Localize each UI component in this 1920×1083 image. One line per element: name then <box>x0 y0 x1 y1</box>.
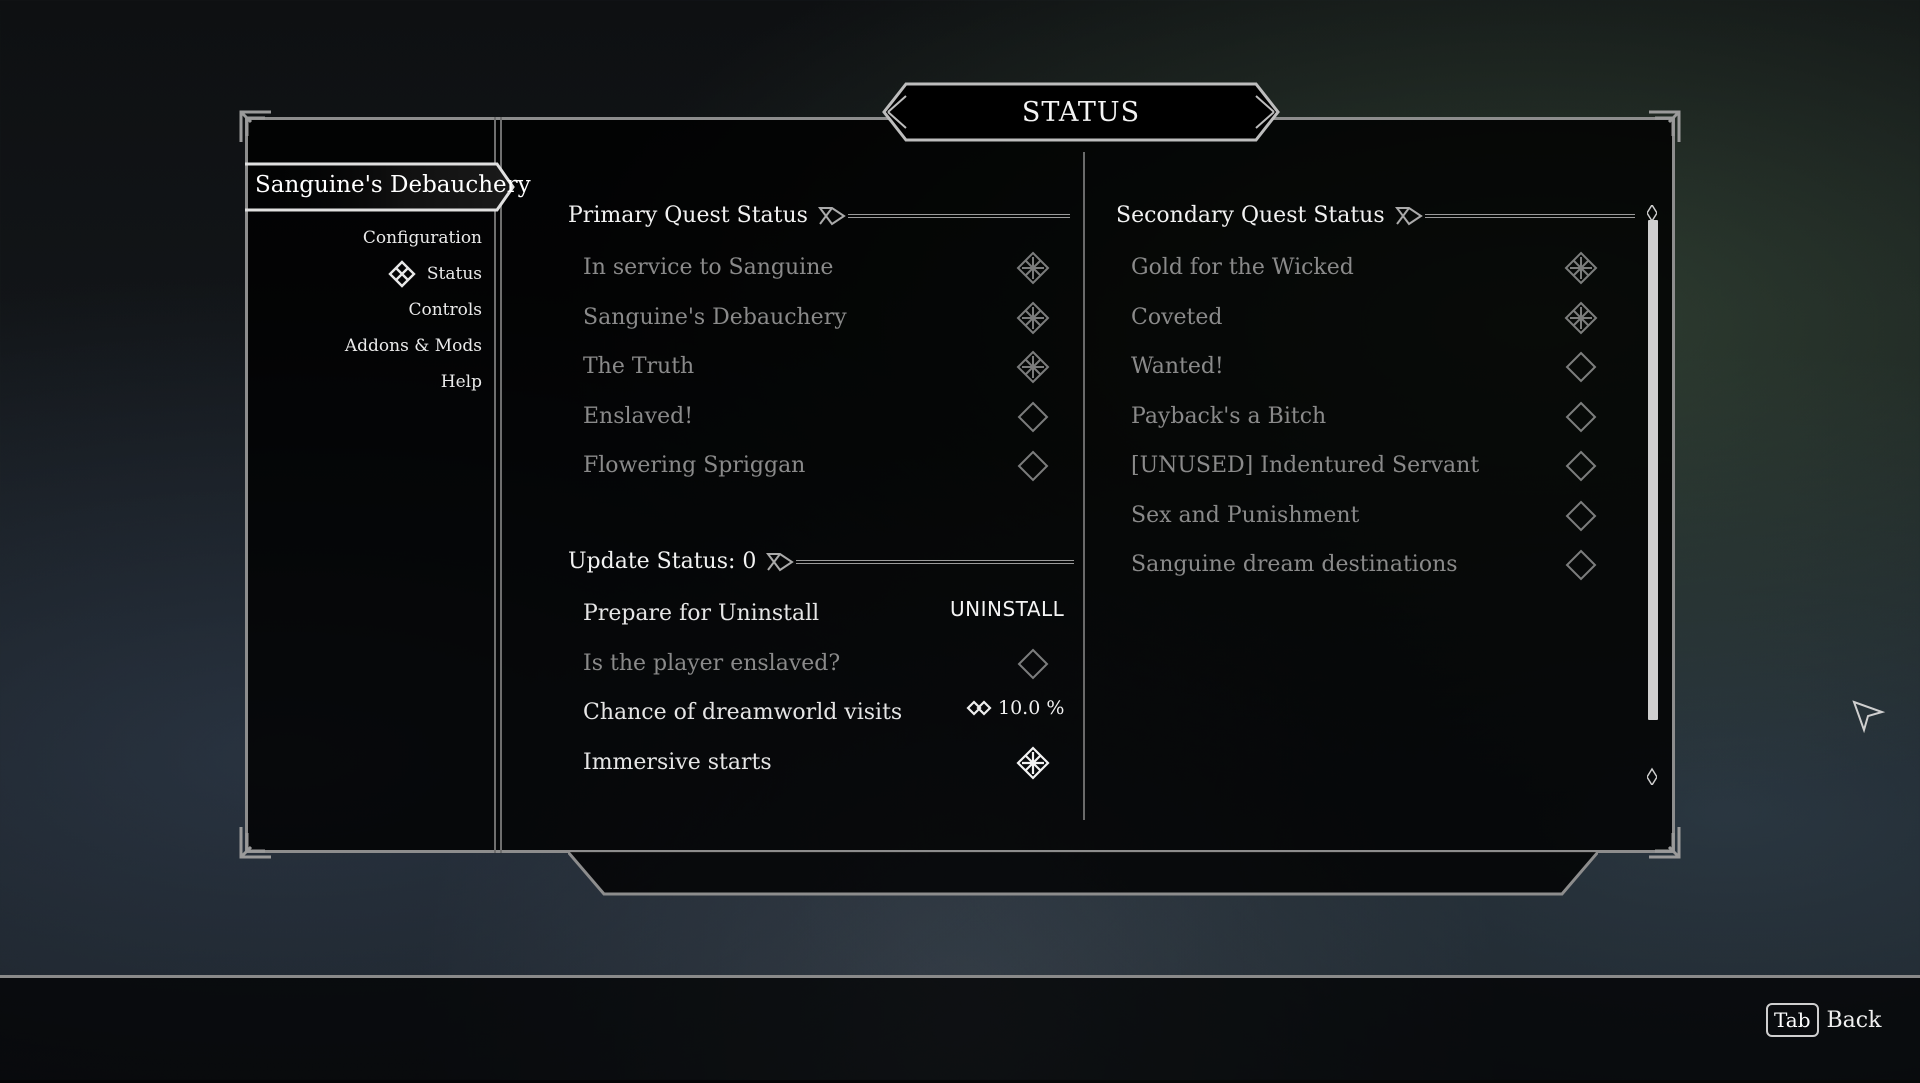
unchecked-toggle-icon <box>1564 400 1598 434</box>
active-mod-tab[interactable]: Sanguine's Debauchery <box>245 162 531 212</box>
tab-key-hint: Tab <box>1766 1003 1819 1037</box>
sidebar-item-label: Configuration <box>362 228 482 248</box>
corner-ornament-icon <box>1645 823 1683 861</box>
secondary-quest-header: Secondary Quest Status <box>1116 203 1635 228</box>
primary-row-label: Flowering Spriggan <box>583 453 806 478</box>
active-mod-label: Sanguine's Debauchery <box>255 172 531 198</box>
unchecked-toggle-icon <box>1564 548 1598 582</box>
immersive-label: Immersive starts <box>583 750 772 775</box>
secondary-row-label: Payback's a Bitch <box>1131 404 1327 429</box>
secondary-row-label: Sex and Punishment <box>1131 503 1360 528</box>
section-rule <box>847 213 1070 218</box>
sidebar-divider <box>494 117 502 853</box>
section-title: Update Status: 0 <box>568 549 757 574</box>
unchecked-toggle-icon <box>1564 499 1598 533</box>
sidebar-item-label: Help <box>440 372 482 392</box>
secondary-row-label: [UNUSED] Indentured Servant <box>1131 453 1480 478</box>
sidebar-item-label: Status <box>426 264 482 284</box>
immersive-toggle[interactable] <box>1016 746 1050 780</box>
section-rule <box>796 559 1075 564</box>
primary-row-label: Enslaved! <box>583 404 694 429</box>
knot-ornament-icon <box>1394 206 1423 225</box>
sidebar-item-configuration[interactable]: Configuration <box>345 220 482 256</box>
secondary-row-label: Wanted! <box>1131 354 1224 379</box>
checked-toggle-icon <box>1564 251 1598 285</box>
sidebar-item-help[interactable]: Help <box>345 364 482 400</box>
sidebar-item-label: Addons & Mods <box>344 336 482 356</box>
section-title: Secondary Quest Status <box>1116 203 1385 228</box>
checked-toggle-icon <box>1564 301 1598 335</box>
scrollbar-thumb[interactable] <box>1648 220 1658 720</box>
sidebar-item-addons[interactable]: Addons & Mods <box>345 328 482 364</box>
corner-ornament-icon <box>237 108 275 146</box>
bottom-bar <box>0 975 1920 1083</box>
page-title: STATUS <box>1021 96 1141 128</box>
bottom-notch-ornament <box>568 852 1598 896</box>
checked-toggle-icon <box>1016 746 1050 780</box>
back-button[interactable]: Tab Back <box>1766 1003 1881 1037</box>
secondary-row-label: Sanguine dream destinations <box>1131 552 1458 577</box>
uninstall-label: Prepare for Uninstall <box>583 601 820 626</box>
section-rule <box>1424 213 1635 218</box>
checked-toggle-icon <box>1016 301 1050 335</box>
update-status-header: Update Status: 0 <box>568 549 1075 574</box>
sidebar-item-status[interactable]: Status <box>345 256 482 292</box>
unchecked-toggle-icon <box>1564 449 1598 483</box>
selected-knot-icon <box>388 260 416 288</box>
sidebar-menu: Configuration Status Controls Addons & M… <box>345 220 482 400</box>
primary-quest-header: Primary Quest Status <box>568 203 1070 228</box>
uninstall-button[interactable]: UNINSTALL <box>950 597 1064 621</box>
checked-toggle-icon <box>1016 251 1050 285</box>
unchecked-toggle-icon <box>1564 350 1598 384</box>
knot-ornament-icon <box>817 206 846 225</box>
unchecked-toggle-icon <box>1016 449 1050 483</box>
slider-knot-icon <box>966 700 992 716</box>
corner-ornament-icon <box>237 823 275 861</box>
primary-row-label: In service to Sanguine <box>583 255 834 280</box>
dreamworld-label: Chance of dreamworld visits <box>583 700 903 725</box>
dreamworld-slider[interactable]: 10.0 % <box>966 697 1064 719</box>
mouse-cursor-icon <box>1852 700 1886 734</box>
section-title: Primary Quest Status <box>568 203 808 228</box>
corner-ornament-icon <box>1645 108 1683 146</box>
unchecked-toggle-icon <box>1017 648 1049 680</box>
back-label: Back <box>1826 1007 1882 1033</box>
secondary-row-label: Gold for the Wicked <box>1131 255 1354 280</box>
sidebar-item-controls[interactable]: Controls <box>345 292 482 328</box>
column-divider <box>1083 152 1085 820</box>
dreamworld-value: 10.0 % <box>998 697 1065 719</box>
secondary-row-label: Coveted <box>1131 305 1223 330</box>
title-plate: STATUS <box>876 80 1286 144</box>
enslaved-label: Is the player enslaved? <box>583 651 841 676</box>
unchecked-toggle-icon <box>1016 400 1050 434</box>
primary-row-label: The Truth <box>583 354 695 379</box>
sidebar-item-label: Controls <box>408 300 482 320</box>
checked-toggle-icon <box>1016 350 1050 384</box>
primary-row-label: Sanguine's Debauchery <box>583 305 847 330</box>
enslaved-toggle[interactable] <box>1016 647 1050 681</box>
knot-ornament-icon <box>766 552 795 571</box>
